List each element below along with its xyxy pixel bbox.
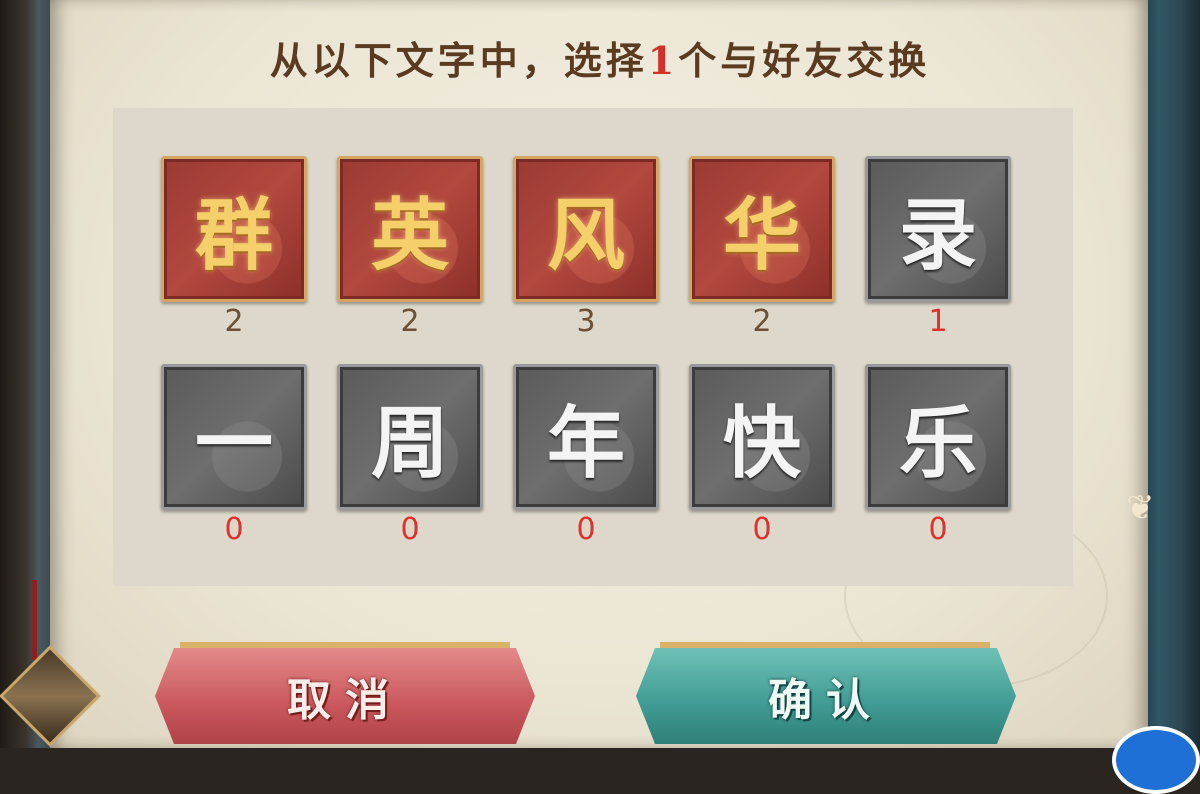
char-label: 录 (873, 164, 1003, 294)
char-tile-zhou[interactable]: 周 (337, 364, 483, 510)
char-label: 快 (697, 372, 827, 502)
char-label: 英 (345, 164, 475, 294)
char-label: 风 (521, 164, 651, 294)
char-tile-qun[interactable]: 群 (161, 156, 307, 302)
char-tile-hua[interactable]: 华 (689, 156, 835, 302)
char-tile-ying[interactable]: 英 (337, 156, 483, 302)
char-count: 3 (576, 304, 596, 339)
char-tile-nian[interactable]: 年 (513, 364, 659, 510)
char-label: 年 (521, 372, 651, 502)
floating-assistant-icon[interactable] (1112, 726, 1200, 794)
char-count: 2 (224, 304, 244, 339)
char-label: 周 (345, 372, 475, 502)
char-tile-kuai[interactable]: 快 (689, 364, 835, 510)
char-count: 0 (224, 512, 244, 547)
char-tile-le[interactable]: 乐 (865, 364, 1011, 510)
cancel-button[interactable]: 取消 (155, 648, 535, 744)
char-count: 0 (928, 512, 948, 547)
char-label: 一 (169, 372, 299, 502)
char-count: 2 (400, 304, 420, 339)
char-count: 0 (576, 512, 596, 547)
char-tile-feng[interactable]: 风 (513, 156, 659, 302)
char-tile-yi[interactable]: 一 (161, 364, 307, 510)
char-label: 群 (169, 164, 299, 294)
char-count: 0 (752, 512, 772, 547)
title-prefix: 从以下文字中，选择 (269, 38, 648, 83)
dialog-title: 从以下文字中，选择1个与好友交换 (0, 30, 1200, 85)
char-label: 华 (697, 164, 827, 294)
title-suffix: 个与好友交换 (678, 38, 931, 83)
confirm-button[interactable]: 确认 (636, 648, 1016, 744)
tassel-cord (32, 580, 37, 660)
butterfly-icon: ❦ (1126, 488, 1155, 528)
char-label: 乐 (873, 372, 1003, 502)
char-count: 2 (752, 304, 772, 339)
title-number: 1 (647, 38, 679, 83)
char-count: 1 (928, 304, 948, 339)
char-tile-lu[interactable]: 录 (865, 156, 1011, 302)
char-count: 0 (400, 512, 420, 547)
